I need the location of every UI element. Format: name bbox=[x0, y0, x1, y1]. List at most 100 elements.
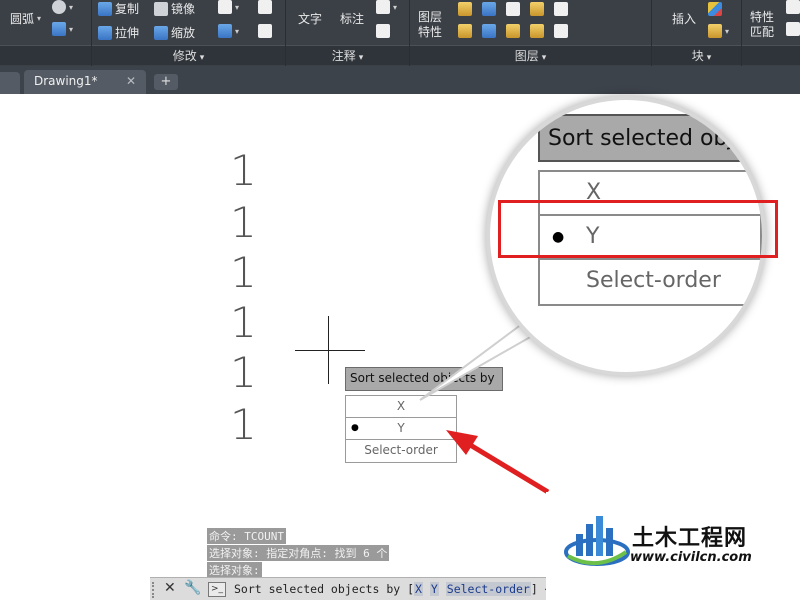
arc-button[interactable]: 圆弧 ▾ bbox=[10, 10, 41, 27]
drawing-text-object[interactable]: 1 bbox=[230, 404, 257, 446]
fillet-button[interactable]: ▾ bbox=[218, 0, 239, 14]
layer-tool-4[interactable] bbox=[530, 2, 544, 16]
drawing-text-object[interactable]: 1 bbox=[230, 252, 257, 294]
ribbon-group-block: 插入 ▾ 块 ▾ bbox=[662, 0, 742, 66]
drawing-text-object[interactable]: 1 bbox=[230, 302, 257, 344]
chevron-down-icon: ▾ bbox=[393, 2, 398, 12]
history-line: 选择对象: bbox=[207, 562, 262, 578]
close-icon[interactable]: ✕ bbox=[164, 580, 176, 596]
close-icon[interactable]: ✕ bbox=[126, 74, 136, 88]
file-tab-bar: Drawing1* ✕ + bbox=[0, 66, 800, 94]
layer-tool-8[interactable] bbox=[506, 24, 520, 38]
drawing-text-object[interactable]: 1 bbox=[230, 352, 257, 394]
edit-block-button[interactable]: ▾ bbox=[708, 24, 729, 38]
dynamic-prompt-title: Sort selected objects by bbox=[345, 367, 503, 391]
cmd-option-select-order[interactable]: Select-order bbox=[445, 582, 531, 596]
layer-icon bbox=[554, 24, 568, 38]
layers-group-label[interactable]: 图层 ▾ bbox=[410, 47, 651, 64]
layer-tool-1[interactable] bbox=[458, 2, 472, 16]
insert-button[interactable]: 插入 bbox=[672, 10, 696, 27]
match-properties-button[interactable]: 特性 匹配 bbox=[750, 10, 774, 40]
create-block-icon bbox=[708, 2, 722, 16]
properties-icon bbox=[786, 22, 800, 36]
history-line: 命令: TCOUNT bbox=[207, 528, 286, 544]
command-line[interactable]: ✕ 🔧 >_ Sort selected objects by [X Y Sel… bbox=[150, 577, 552, 600]
text-button[interactable]: 文字 bbox=[298, 10, 322, 27]
command-line-text[interactable]: Sort selected objects by [X Y Select-ord… bbox=[234, 582, 552, 596]
stretch-button[interactable]: 拉伸 bbox=[98, 24, 139, 41]
start-tab[interactable] bbox=[0, 72, 20, 94]
array-icon bbox=[218, 24, 232, 38]
chevron-down-icon: ▾ bbox=[725, 26, 730, 36]
layer-tool-3[interactable] bbox=[506, 2, 520, 16]
layer-icon bbox=[506, 2, 520, 16]
watermark: 土木工程网 www.civilcn.com bbox=[546, 492, 800, 600]
ribbon-group-draw: 圆弧 ▾ ▾ ▾ bbox=[0, 0, 92, 66]
ribbon-group-properties: 特性 匹配 bbox=[742, 0, 800, 66]
layer-tool-6[interactable] bbox=[458, 24, 472, 38]
chevron-down-icon: ▾ bbox=[358, 53, 364, 63]
layer-icon bbox=[554, 2, 568, 16]
chevron-down-icon: ▾ bbox=[706, 53, 712, 63]
layer-tool-5[interactable] bbox=[554, 2, 568, 16]
layer-icon bbox=[458, 24, 472, 38]
block-group-label[interactable]: 块 ▾ bbox=[662, 47, 741, 64]
mirror-button[interactable]: 镜像 bbox=[154, 0, 195, 17]
layer-tool-2[interactable] bbox=[482, 2, 496, 16]
layer-icon bbox=[458, 2, 472, 16]
modify-group-label[interactable]: 修改 ▾ bbox=[92, 47, 285, 64]
leader-icon bbox=[376, 0, 390, 14]
explode-button[interactable] bbox=[258, 0, 272, 14]
new-tab-button[interactable]: + bbox=[154, 74, 178, 90]
circle-tool-button[interactable]: ▾ bbox=[52, 0, 73, 14]
offset-button[interactable] bbox=[258, 24, 272, 38]
region-tool-button[interactable]: ▾ bbox=[52, 22, 73, 36]
option-y[interactable]: ● Y bbox=[346, 418, 456, 440]
command-history: 命令: TCOUNT 选择对象: 指定对角点: 找到 6 个 选择对象: bbox=[207, 528, 390, 579]
scale-button[interactable]: 缩放 bbox=[154, 24, 195, 41]
layer-tool-7[interactable] bbox=[482, 24, 496, 38]
crosshair-cursor bbox=[328, 316, 329, 384]
fillet-icon bbox=[218, 0, 232, 14]
dynamic-options-menu: X ● Y Select-order bbox=[345, 395, 457, 463]
chevron-down-icon: ▾ bbox=[199, 53, 205, 63]
edit-block-icon bbox=[708, 24, 722, 38]
layer-icon bbox=[530, 2, 544, 16]
layer-icon bbox=[506, 24, 520, 38]
watermark-url: www.civilcn.com bbox=[630, 550, 752, 565]
properties-tool-2[interactable] bbox=[786, 22, 800, 36]
properties-icon bbox=[786, 0, 800, 14]
cmd-option-x[interactable]: X bbox=[414, 582, 423, 596]
highlight-box bbox=[498, 200, 778, 258]
chevron-down-icon: ▾ bbox=[235, 2, 240, 12]
crosshair-cursor bbox=[295, 350, 365, 351]
ribbon-group-modify: 复制 镜像 拉伸 缩放 ▾ ▾ 修改 ▾ bbox=[92, 0, 286, 66]
annotation-group-label[interactable]: 注释 ▾ bbox=[286, 47, 409, 64]
mirror-icon bbox=[154, 1, 168, 16]
array-button[interactable]: ▾ bbox=[218, 24, 239, 38]
dimension-button[interactable]: 标注 bbox=[340, 10, 364, 27]
properties-tool-1[interactable] bbox=[786, 0, 800, 14]
tab-drawing1[interactable]: Drawing1* ✕ bbox=[24, 70, 146, 94]
layer-tool-10[interactable] bbox=[554, 24, 568, 38]
drag-handle[interactable] bbox=[152, 582, 158, 598]
table-button[interactable] bbox=[376, 24, 390, 38]
layer-tool-9[interactable] bbox=[530, 24, 544, 38]
scale-icon bbox=[154, 25, 168, 40]
create-block-button[interactable] bbox=[708, 2, 722, 16]
drawing-text-object[interactable]: 1 bbox=[230, 202, 257, 244]
option-select-order[interactable]: Select-order bbox=[346, 440, 456, 462]
region-icon bbox=[52, 22, 66, 36]
watermark-title: 土木工程网 bbox=[632, 526, 748, 551]
wrench-icon[interactable]: 🔧 bbox=[184, 580, 201, 596]
option-x[interactable]: X bbox=[346, 396, 456, 418]
table-icon bbox=[376, 24, 390, 38]
leader-button[interactable]: ▾ bbox=[376, 0, 397, 14]
command-prompt-icon[interactable]: >_ bbox=[208, 582, 226, 597]
drawing-text-object[interactable]: 1 bbox=[230, 150, 257, 192]
layer-icon bbox=[482, 2, 496, 16]
layer-properties-button[interactable]: 图层 特性 bbox=[418, 10, 442, 40]
cmd-option-y[interactable]: Y bbox=[429, 582, 439, 596]
chevron-down-icon: ▾ bbox=[235, 26, 240, 36]
copy-button[interactable]: 复制 bbox=[98, 0, 139, 17]
